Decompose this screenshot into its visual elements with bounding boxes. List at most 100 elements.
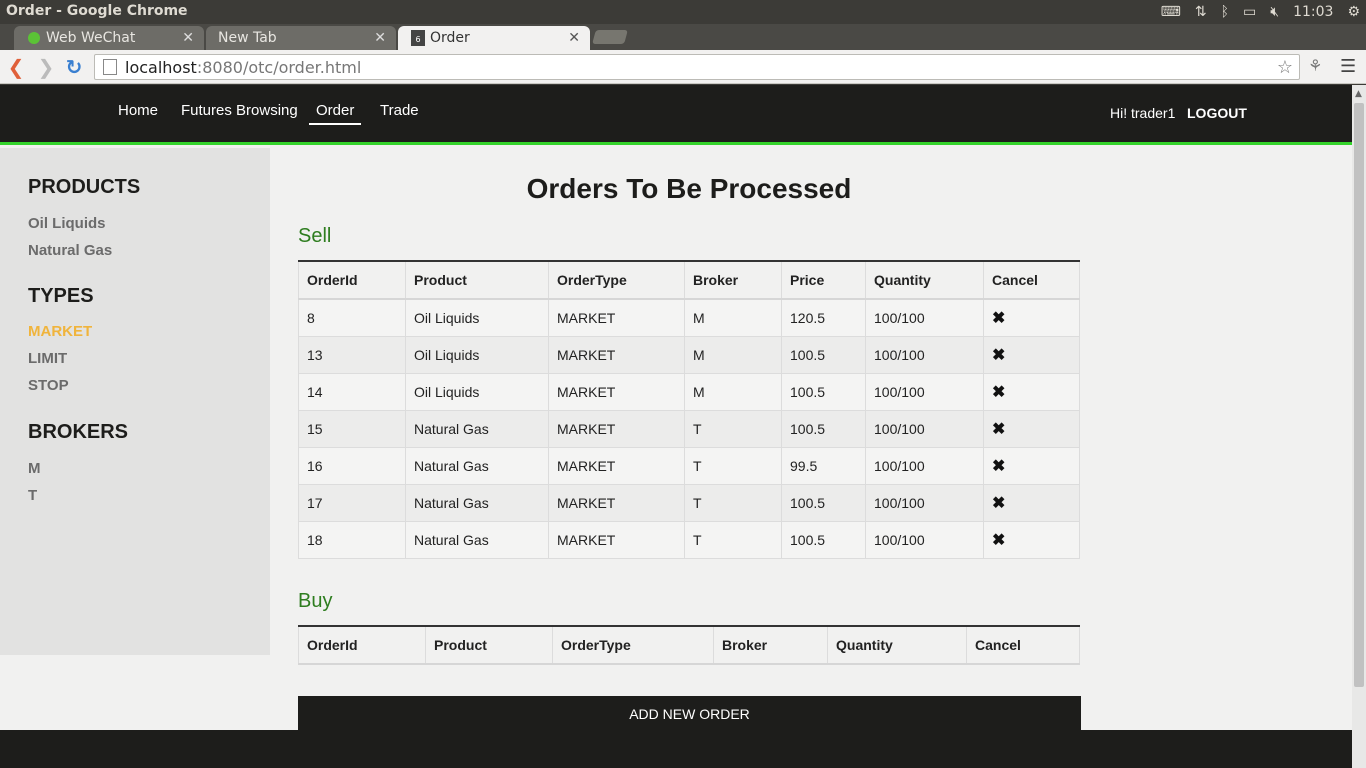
column-header: Broker	[713, 626, 828, 665]
tab-close-icon[interactable]: ✕	[182, 30, 194, 46]
reload-icon[interactable]: ↻	[62, 55, 86, 79]
keyboard-icon[interactable]: ⌨	[1161, 4, 1181, 20]
table-cell: T	[684, 521, 782, 559]
sell-orders-table: OrderId Product OrderType Broker Price Q…	[298, 260, 1080, 559]
brokers-heading: BROKERS	[28, 421, 129, 443]
table-row: 15 Natural Gas MARKET T 100.5 100/100 ✖	[298, 410, 1080, 448]
eap-favicon-icon: 6	[410, 30, 426, 46]
table-cell: Oil Liquids	[405, 299, 549, 337]
logout-link[interactable]: LOGOUT	[1187, 105, 1247, 121]
cancel-order-icon[interactable]: ✖	[992, 384, 1005, 401]
table-cell: 18	[298, 521, 406, 559]
tab-close-icon[interactable]: ✕	[568, 30, 580, 46]
cancel-order-icon[interactable]: ✖	[992, 532, 1005, 549]
extension-icon[interactable]: ⚘	[1308, 56, 1322, 75]
address-bar[interactable]: localhost:8080/otc/order.html ☆	[94, 54, 1300, 80]
table-cell: MARKET	[548, 410, 685, 448]
column-header: Product	[425, 626, 553, 665]
table-header-row: OrderId Product OrderType Broker Quantit…	[298, 626, 1080, 665]
table-cell: 16	[298, 447, 406, 485]
table-cell: Natural Gas	[405, 447, 549, 485]
table-cell: MARKET	[548, 299, 685, 337]
table-cell: 14	[298, 373, 406, 411]
table-cell: Oil Liquids	[405, 336, 549, 374]
table-cell: 100.5	[781, 410, 866, 448]
nav-home[interactable]: Home	[118, 102, 158, 123]
cancel-order-icon[interactable]: ✖	[992, 458, 1005, 475]
clock[interactable]: 11:03	[1293, 4, 1333, 20]
system-tray: ⌨ ⇅ ᛒ ▭ 🔇︎ 11:03 ⚙	[1161, 2, 1360, 22]
bookmark-star-icon[interactable]: ☆	[1277, 57, 1293, 78]
column-header: Product	[405, 261, 549, 300]
scroll-up-arrow-icon[interactable]: ▲	[1355, 89, 1362, 99]
table-cell: 15	[298, 410, 406, 448]
sidebar-item-broker-t[interactable]: T	[28, 487, 37, 504]
browser-toolbar: ❮ ❯ ↻ localhost:8080/otc/order.html ☆	[0, 50, 1366, 84]
sidebar-item-oil-liquids[interactable]: Oil Liquids	[28, 215, 106, 232]
sell-section-title: Sell	[298, 225, 332, 247]
nav-order[interactable]: Order	[309, 102, 362, 125]
menu-icon[interactable]: ☰	[1340, 56, 1356, 77]
tab-order[interactable]: 6 Order ✕	[398, 26, 590, 50]
tab-web-wechat[interactable]: Web WeChat ✕	[14, 26, 204, 50]
window-title: Order - Google Chrome	[6, 3, 188, 19]
tab-new-tab[interactable]: New Tab ✕	[206, 26, 396, 50]
add-new-order-button[interactable]: ADD NEW ORDER	[298, 696, 1081, 732]
column-header: Quantity	[827, 626, 967, 665]
table-row: 13 Oil Liquids MARKET M 100.5 100/100 ✖	[298, 336, 1080, 374]
buy-section-title: Buy	[298, 590, 333, 612]
new-tab-button[interactable]	[592, 30, 628, 44]
table-cell: 100/100	[865, 521, 984, 559]
cancel-cell: ✖	[983, 373, 1080, 411]
os-top-bar: Order - Google Chrome ⌨ ⇅ ᛒ ▭ 🔇︎ 11:03 ⚙	[0, 0, 1366, 24]
table-cell: 17	[298, 484, 406, 522]
table-cell: T	[684, 447, 782, 485]
sidebar-item-limit[interactable]: LIMIT	[28, 350, 67, 367]
table-row: 14 Oil Liquids MARKET M 100.5 100/100 ✖	[298, 373, 1080, 411]
table-header-row: OrderId Product OrderType Broker Price Q…	[298, 261, 1080, 300]
cancel-order-icon[interactable]: ✖	[992, 347, 1005, 364]
cancel-order-icon[interactable]: ✖	[992, 310, 1005, 327]
scrollbar-thumb[interactable]	[1354, 103, 1364, 687]
bluetooth-icon[interactable]: ᛒ	[1221, 4, 1229, 20]
table-cell: MARKET	[548, 447, 685, 485]
sidebar-item-stop[interactable]: STOP	[28, 377, 69, 394]
column-header: Price	[781, 261, 866, 300]
column-header: Quantity	[865, 261, 984, 300]
battery-icon[interactable]: ▭	[1243, 4, 1256, 20]
network-icon[interactable]: ⇅	[1195, 4, 1207, 20]
sidebar-item-natural-gas[interactable]: Natural Gas	[28, 242, 112, 259]
nav-trade[interactable]: Trade	[380, 102, 419, 123]
nav-futures-browsing[interactable]: Futures Browsing	[181, 102, 298, 123]
forward-icon[interactable]: ❯	[34, 55, 58, 79]
table-cell: 100/100	[865, 447, 984, 485]
types-heading: TYPES	[28, 285, 94, 307]
tab-close-icon[interactable]: ✕	[374, 30, 386, 46]
table-cell: MARKET	[548, 484, 685, 522]
table-cell: MARKET	[548, 336, 685, 374]
back-icon[interactable]: ❮	[4, 55, 28, 79]
sidebar: PRODUCTS Oil Liquids Natural Gas TYPES M…	[0, 148, 270, 655]
table-cell: 100/100	[865, 410, 984, 448]
cancel-cell: ✖	[983, 521, 1080, 559]
page-icon	[103, 59, 117, 75]
wechat-icon	[26, 30, 42, 46]
vertical-scrollbar[interactable]: ▲	[1352, 85, 1366, 768]
url-host: localhost	[125, 57, 197, 77]
table-cell: M	[684, 299, 782, 337]
table-cell: M	[684, 336, 782, 374]
volume-muted-icon[interactable]: 🔇︎	[1270, 4, 1279, 20]
page-viewport: Home Futures Browsing Order Trade Hi! tr…	[0, 85, 1352, 768]
cancel-order-icon[interactable]: ✖	[992, 421, 1005, 438]
table-row: 17 Natural Gas MARKET T 100.5 100/100 ✖	[298, 484, 1080, 522]
cancel-cell: ✖	[983, 484, 1080, 522]
footer-bar	[0, 730, 1352, 768]
column-header: Broker	[684, 261, 782, 300]
column-header: OrderId	[298, 261, 406, 300]
sidebar-item-broker-m[interactable]: M	[28, 460, 41, 477]
settings-gear-icon[interactable]: ⚙	[1347, 4, 1360, 20]
cancel-cell: ✖	[983, 336, 1080, 374]
cancel-order-icon[interactable]: ✖	[992, 495, 1005, 512]
sidebar-item-market[interactable]: MARKET	[28, 323, 92, 340]
table-row: 8 Oil Liquids MARKET M 120.5 100/100 ✖	[298, 299, 1080, 337]
